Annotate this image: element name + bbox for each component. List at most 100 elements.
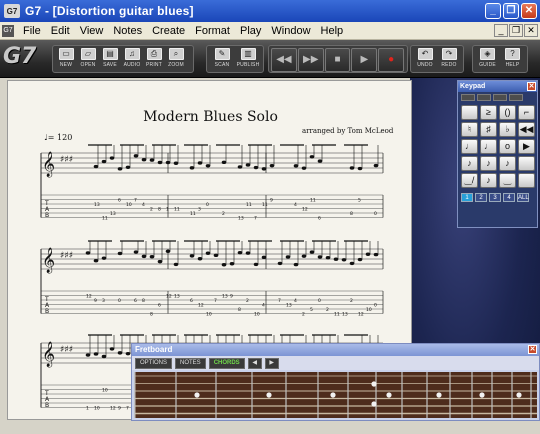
voice-4-button[interactable]: 4 bbox=[503, 193, 515, 202]
keypad-layer-tab[interactable] bbox=[493, 94, 507, 101]
record-button[interactable]: ● bbox=[378, 48, 404, 72]
menu-file[interactable]: File bbox=[18, 25, 46, 37]
fretboard-options-tab[interactable]: OPTIONS bbox=[135, 357, 173, 369]
tab-number: 0 bbox=[374, 303, 377, 309]
note-head bbox=[333, 257, 339, 261]
tab-number: 11 bbox=[334, 312, 340, 318]
zoom-icon: ⌕ bbox=[168, 48, 184, 60]
scan-label: SCAN bbox=[214, 62, 230, 68]
keypad-key[interactable]: ▶ bbox=[518, 139, 535, 154]
menu-edit[interactable]: Edit bbox=[46, 25, 75, 37]
menu-format[interactable]: Format bbox=[190, 25, 235, 37]
tab-number: 6 bbox=[134, 298, 137, 304]
fretboard-neck[interactable] bbox=[134, 372, 537, 418]
keypad-key[interactable] bbox=[461, 105, 478, 120]
keypad-key[interactable]: ♪ bbox=[461, 156, 478, 171]
tab-number: 5 bbox=[310, 307, 313, 313]
fretboard-close-icon[interactable]: ✕ bbox=[528, 345, 537, 354]
guide-button[interactable]: ◈ GUIDE bbox=[475, 46, 500, 73]
title-bar[interactable]: G7 G7 - [Distortion guitar blues] _ ❐ ✕ bbox=[0, 0, 540, 22]
rewind-button[interactable]: ◀◀ bbox=[271, 48, 297, 72]
note-head bbox=[141, 158, 147, 162]
keypad-key[interactable]: ♩ bbox=[461, 139, 478, 154]
treble-clef-icon: 𝄞 bbox=[42, 247, 55, 273]
keypad-key[interactable]: ♪ bbox=[480, 173, 497, 188]
scan-toolbar-group: ✎ SCAN ▥ PUBLISH bbox=[206, 45, 264, 73]
keypad-key[interactable]: () bbox=[499, 105, 516, 120]
guide-icon: ◈ bbox=[480, 48, 495, 60]
play-button[interactable]: ▶ bbox=[351, 48, 378, 72]
stop-button[interactable]: ■ bbox=[324, 48, 351, 72]
menu-play[interactable]: Play bbox=[235, 25, 266, 37]
keypad-key[interactable]: ≥ bbox=[480, 105, 497, 120]
menu-create[interactable]: Create bbox=[147, 25, 190, 37]
doc-close-button[interactable]: ✕ bbox=[524, 24, 538, 37]
window-title: G7 - [Distortion guitar blues] bbox=[25, 4, 194, 18]
menu-view[interactable]: View bbox=[75, 25, 109, 37]
menu-window[interactable]: Window bbox=[266, 25, 315, 37]
publish-button[interactable]: ▥ PUBLISH bbox=[235, 46, 261, 73]
menu-help[interactable]: Help bbox=[316, 25, 349, 37]
fretboard-chords-tab[interactable]: CHORDS bbox=[208, 357, 245, 369]
audio-button[interactable]: ♫ AUDIO bbox=[121, 46, 143, 73]
tab-number: 8 bbox=[142, 298, 145, 304]
tab-number: 8 bbox=[350, 211, 353, 217]
fretboard-prev-button[interactable]: ◀ bbox=[247, 357, 262, 369]
close-button[interactable]: ✕ bbox=[521, 3, 537, 19]
help-button[interactable]: ? HELP bbox=[500, 46, 525, 73]
keypad-key[interactable]: ♩ bbox=[480, 139, 497, 154]
fretboard-next-button[interactable]: ▶ bbox=[264, 357, 279, 369]
redo-button[interactable]: ↷ REDO bbox=[437, 46, 461, 73]
doc-minimize-button[interactable]: _ bbox=[494, 24, 508, 37]
keypad-key[interactable]: ⌐ bbox=[518, 105, 535, 120]
keypad-title: Keypad bbox=[460, 83, 486, 90]
zoom-button[interactable]: ⌕ ZOOM bbox=[165, 46, 187, 73]
keypad-key[interactable]: ♯ bbox=[480, 122, 497, 137]
note-head bbox=[117, 351, 123, 355]
keypad-layer-tab[interactable] bbox=[461, 94, 475, 101]
app-icon[interactable]: G7 bbox=[4, 4, 20, 18]
keypad-key[interactable]: ♭ bbox=[499, 122, 516, 137]
document-icon[interactable]: G7 bbox=[2, 24, 14, 37]
tab-number: 13 bbox=[174, 294, 180, 300]
key-signature: ♯♯♯ bbox=[60, 251, 73, 261]
save-button[interactable]: ▤ SAVE bbox=[99, 46, 121, 73]
window-controls: _ ❐ ✕ bbox=[485, 3, 537, 19]
scan-button[interactable]: ✎ SCAN bbox=[209, 46, 235, 73]
open-button[interactable]: ▱ OPEN bbox=[77, 46, 99, 73]
tab-number: 13 bbox=[222, 294, 228, 300]
voice-3-button[interactable]: 3 bbox=[489, 193, 501, 202]
keypad-key[interactable]: ‿/ bbox=[461, 173, 478, 188]
keypad-key[interactable]: ◀◀ bbox=[518, 122, 535, 137]
keypad-layer-tab[interactable] bbox=[509, 94, 523, 101]
keypad-key[interactable]: ♪ bbox=[499, 156, 516, 171]
keypad-key[interactable]: ♮ bbox=[461, 122, 478, 137]
note-head bbox=[93, 259, 99, 263]
maximize-button[interactable]: ❐ bbox=[503, 3, 519, 19]
keypad-key[interactable] bbox=[518, 156, 535, 171]
new-button[interactable]: ▭ NEW bbox=[55, 46, 77, 73]
voice-1-button[interactable]: 1 bbox=[461, 193, 473, 202]
voice-2-button[interactable]: 2 bbox=[475, 193, 487, 202]
doc-restore-button[interactable]: ❐ bbox=[509, 24, 523, 37]
tab-number: 9 bbox=[230, 294, 233, 300]
keypad-key[interactable]: o bbox=[499, 139, 516, 154]
note-head bbox=[205, 251, 211, 255]
undo-icon: ↶ bbox=[417, 48, 433, 60]
print-button[interactable]: ⎙ PRINT bbox=[143, 46, 165, 73]
keypad-key[interactable] bbox=[518, 173, 535, 188]
fretboard-notes-tab[interactable]: NOTES bbox=[175, 357, 206, 369]
fast-forward-button[interactable]: ▶▶ bbox=[297, 48, 324, 72]
fretboard-header[interactable]: Fretboard ✕ bbox=[132, 344, 539, 356]
keypad-close-icon[interactable]: ✕ bbox=[527, 82, 536, 91]
undo-button[interactable]: ↶ UNDO bbox=[413, 46, 437, 73]
menu-notes[interactable]: Notes bbox=[108, 25, 147, 37]
tab-number: 9 bbox=[94, 298, 97, 304]
voice-all-button[interactable]: ALL bbox=[517, 193, 529, 202]
keypad-layer-tab[interactable] bbox=[477, 94, 491, 101]
keypad-key[interactable]: ♪ bbox=[480, 156, 497, 171]
tab-number: 13 bbox=[94, 202, 100, 208]
keypad-key[interactable]: ‿ bbox=[499, 173, 516, 188]
keypad-header[interactable]: Keypad ✕ bbox=[458, 81, 537, 92]
minimize-button[interactable]: _ bbox=[485, 3, 501, 19]
